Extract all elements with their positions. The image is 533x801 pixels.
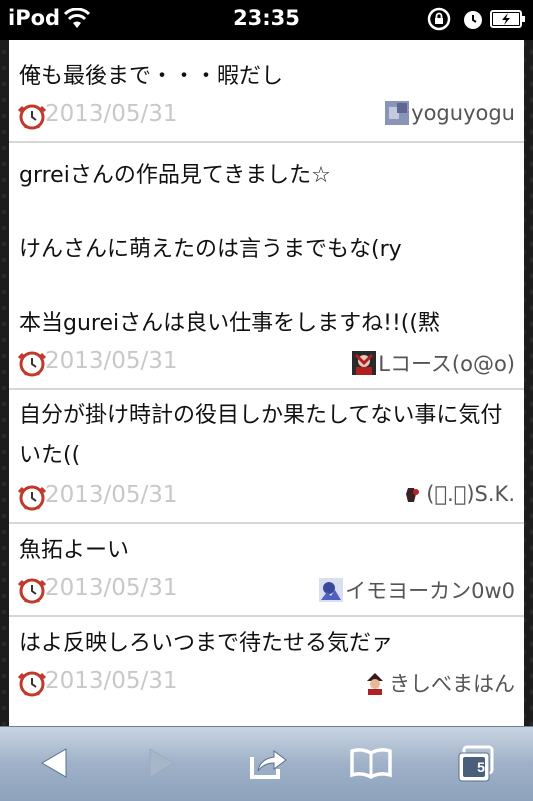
author-name: きしべまはん xyxy=(389,672,515,696)
comment-text: 自分が掛け時計の役目しか果たしてない事に気付いた(( xyxy=(19,403,503,468)
status-bar: iPod 23:35 xyxy=(0,0,533,40)
list-item: 魚拓よーい 2013/05/31 イモヨーカン0w0 xyxy=(9,524,524,617)
rotation-lock-icon xyxy=(427,7,451,31)
comment-author[interactable]: (ﾟ.ﾟ)S.K. xyxy=(400,482,515,506)
list-item: 俺も最後まで・・・暇だし 2013/05/31 yoguyogu xyxy=(9,40,524,143)
comment-meta: 2013/05/31 きしべまはん xyxy=(9,662,524,708)
user-avatar xyxy=(363,671,387,695)
back-arrow-icon[interactable] xyxy=(40,745,70,781)
comment-text: grreiさんの作品見てきました☆ けんさんに萌えたのは言うまでもな(ry 本当… xyxy=(19,163,440,336)
author-name: イモヨーカン0w0 xyxy=(345,579,515,603)
user-avatar xyxy=(400,482,425,506)
comment-meta: 2013/05/31 Lコース(o@o) xyxy=(9,342,524,388)
comment-author[interactable]: イモヨーカン0w0 xyxy=(319,575,515,605)
comment-date: 2013/05/31 xyxy=(45,101,178,127)
alarm-clock-icon xyxy=(17,351,47,377)
author-name: Lコース(o@o) xyxy=(378,352,515,376)
list-item: grreiさんの作品見てきました☆ けんさんに萌えたのは言うまでもな(ry 本当… xyxy=(9,143,524,390)
comment-meta: 2013/05/31 イモヨーカン0w0 xyxy=(9,569,524,615)
alarm-status-icon xyxy=(464,11,482,29)
list-item: 自分が掛け時計の役目しか果たしてない事に気付いた(( 2013/05/31 (ﾟ… xyxy=(9,390,524,524)
comment-date: 2013/05/31 xyxy=(45,575,178,601)
comment-list[interactable]: 俺も最後まで・・・暇だし 2013/05/31 yoguyogu grreiさん… xyxy=(9,40,524,726)
user-avatar xyxy=(352,351,377,375)
comment-text: 魚拓よーい xyxy=(19,538,130,563)
author-name: yoguyogu xyxy=(411,101,515,125)
alarm-clock-icon xyxy=(17,578,47,604)
browser-toolbar xyxy=(0,726,533,801)
alarm-clock-icon xyxy=(17,104,47,130)
comment-author[interactable]: きしべまはん xyxy=(363,668,515,698)
tabs-count-badge: 5 xyxy=(477,759,485,775)
bookmarks-book-icon[interactable] xyxy=(350,745,392,781)
user-avatar xyxy=(385,101,410,125)
comment-meta: 2013/05/31 yoguyogu xyxy=(9,95,524,141)
comment-meta: 2013/05/31 (ﾟ.ﾟ)S.K. xyxy=(9,476,524,522)
share-icon[interactable] xyxy=(248,745,290,781)
comment-date: 2013/05/31 xyxy=(45,482,178,508)
forward-arrow-icon[interactable] xyxy=(146,745,176,781)
comment-date: 2013/05/31 xyxy=(45,668,178,694)
clock-time: 23:35 xyxy=(233,6,300,30)
author-name: (ﾟ.ﾟ)S.K. xyxy=(426,482,515,506)
alarm-clock-icon xyxy=(17,485,47,511)
list-item: はよ反映しろいつまで待たせる気だァ 2013/05/31 きしべまはん xyxy=(9,617,524,708)
user-avatar xyxy=(319,578,344,602)
comment-author[interactable]: Lコース(o@o) xyxy=(352,348,515,378)
comment-author[interactable]: yoguyogu xyxy=(385,101,515,125)
comment-date: 2013/05/31 xyxy=(45,348,178,374)
alarm-clock-icon xyxy=(17,671,47,697)
comment-text: はよ反映しろいつまで待たせる気だァ xyxy=(19,631,394,656)
comment-text: 俺も最後まで・・・暇だし xyxy=(19,64,284,89)
battery-icon xyxy=(490,10,525,28)
